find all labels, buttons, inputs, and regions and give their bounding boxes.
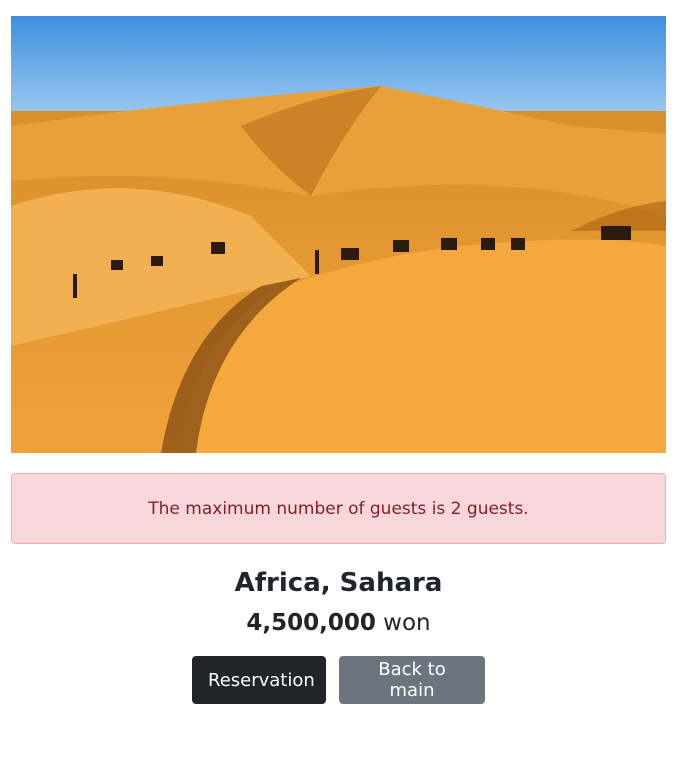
alert-text: The maximum number of guests is 2 guests… xyxy=(148,498,529,519)
destination-photo xyxy=(11,16,666,453)
action-buttons: Reservation Back to main xyxy=(11,656,666,704)
destination-title: Africa, Sahara xyxy=(234,568,443,598)
guest-limit-alert: The maximum number of guests is 2 guests… xyxy=(11,473,666,544)
back-to-main-button[interactable]: Back to main xyxy=(339,656,485,704)
price-amount: 4,500,000 xyxy=(246,610,376,636)
page-container: The maximum number of guests is 2 guests… xyxy=(11,0,666,704)
price-currency: won xyxy=(383,610,431,636)
price-line: 4,500,000 won xyxy=(11,608,666,638)
reservation-button[interactable]: Reservation xyxy=(192,656,326,704)
